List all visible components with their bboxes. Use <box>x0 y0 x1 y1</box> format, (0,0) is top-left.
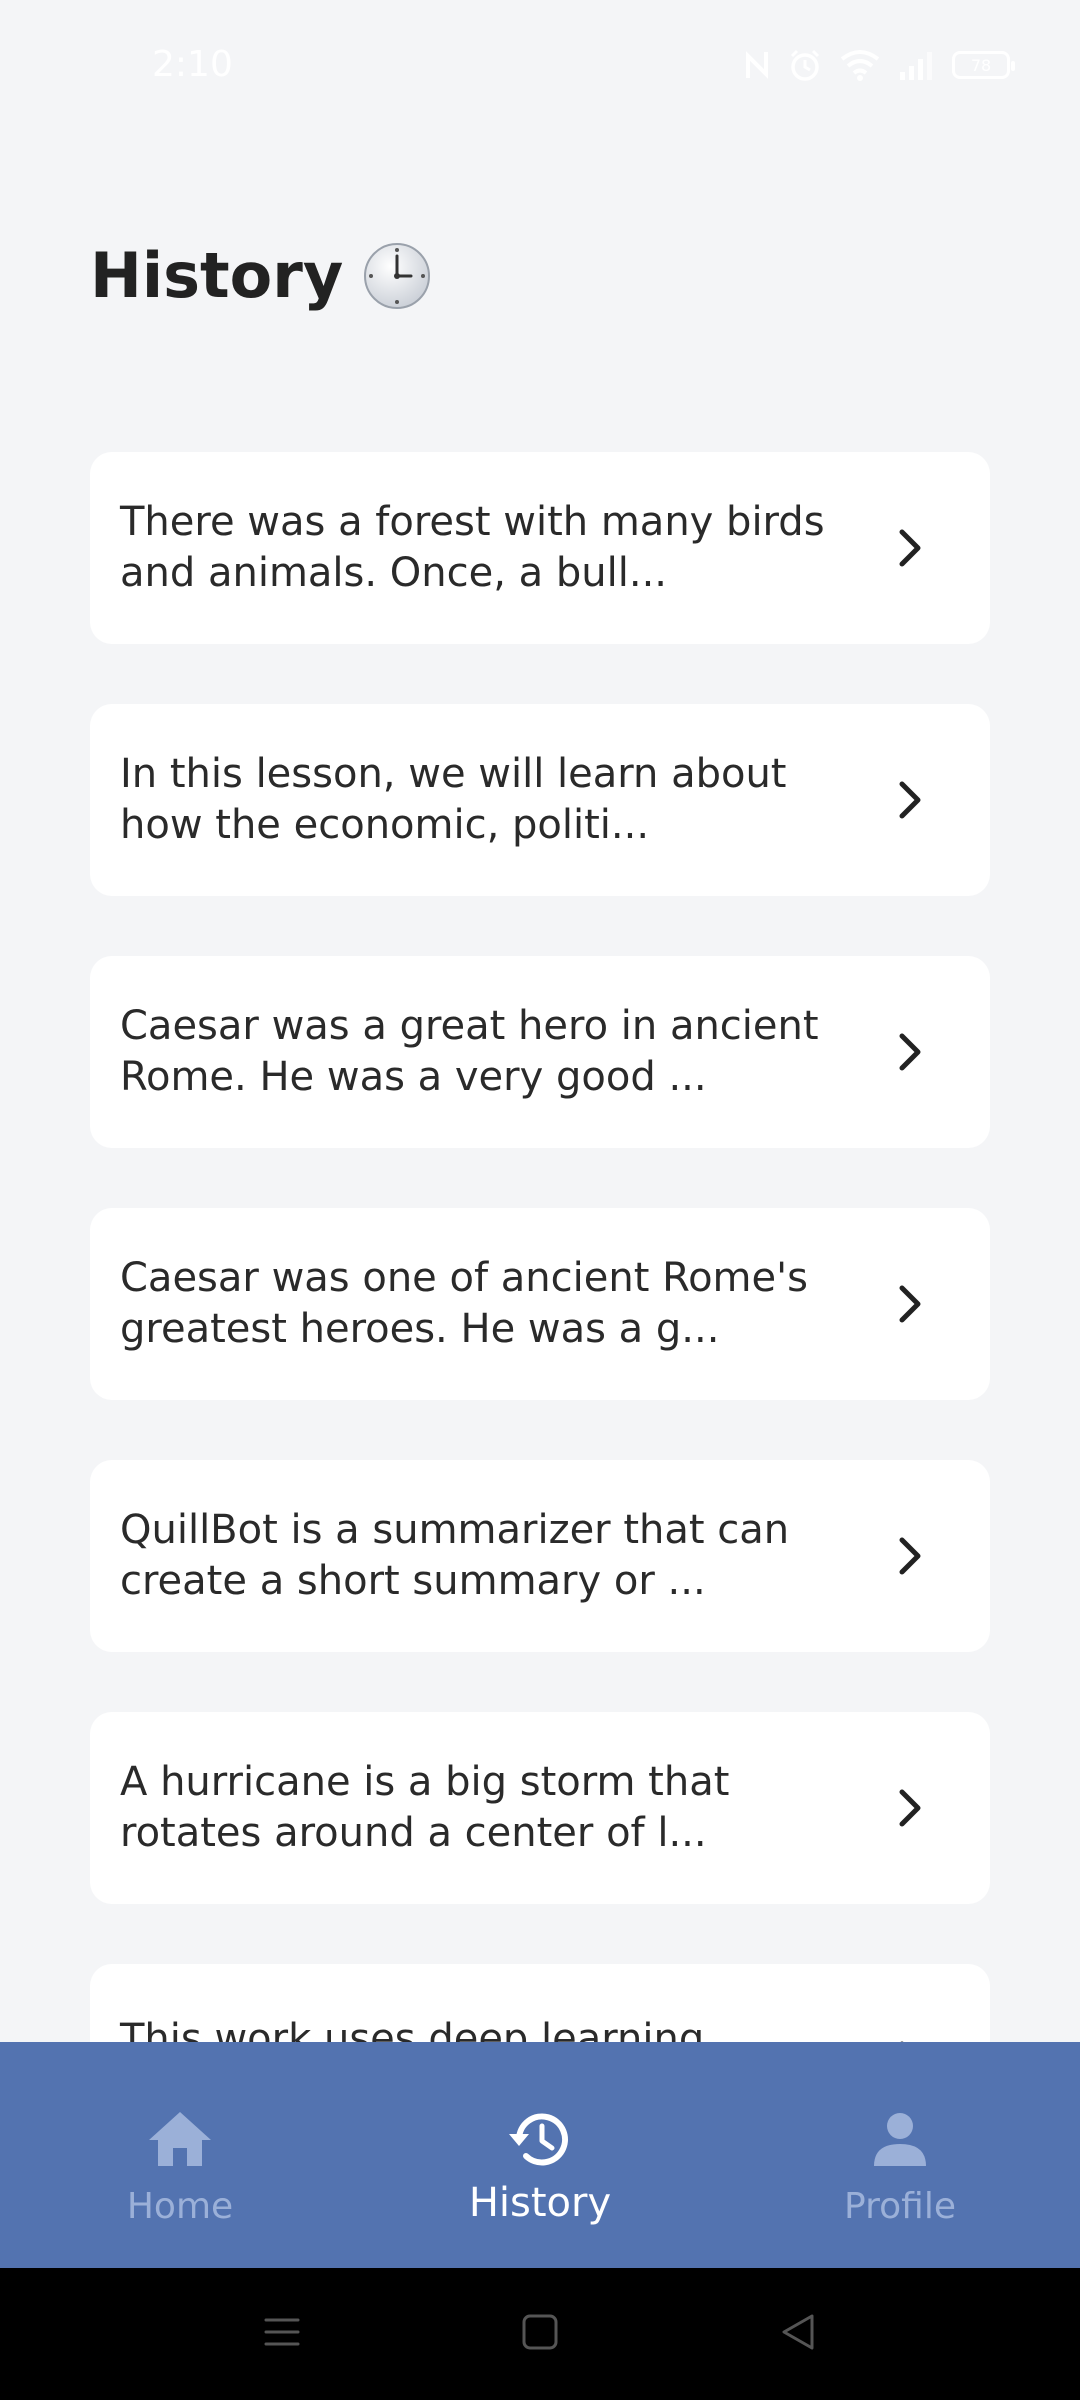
status-time: 2:10 <box>152 44 233 85</box>
nav-home-label: Home <box>126 2186 234 2227</box>
status-icons: 78 <box>744 48 1015 82</box>
history-list: There was a forest with many birds and a… <box>90 452 990 2216</box>
bottom-nav: Home History Profile <box>0 2042 1080 2268</box>
history-item-text: In this lesson, we will learn about how … <box>120 751 787 848</box>
history-item[interactable]: Caesar was a great hero in ancient Rome.… <box>90 956 990 1148</box>
chevron-right-icon <box>899 1033 921 1071</box>
history-item-text: Caesar was a great hero in ancient Rome.… <box>120 1003 819 1100</box>
chevron-right-icon <box>899 1789 921 1827</box>
battery-indicator: 78 <box>952 51 1015 79</box>
system-nav-bar <box>0 2268 1080 2400</box>
status-bar: 2:10 78 <box>0 0 1080 136</box>
history-item[interactable]: In this lesson, we will learn about how … <box>90 704 990 896</box>
person-icon <box>874 2113 926 2166</box>
nfc-icon <box>746 51 768 79</box>
history-item-text: There was a forest with many birds and a… <box>120 499 825 596</box>
history-item-text: Caesar was one of ancient Rome's greates… <box>120 1255 808 1352</box>
menu-icon[interactable] <box>262 2312 302 2352</box>
page-title: History <box>90 236 431 316</box>
history-item-text: A hurricane is a big storm that rotates … <box>120 1759 730 1856</box>
clock-icon <box>364 243 431 309</box>
nav-profile[interactable]: Profile <box>750 2042 1050 2268</box>
home-icon <box>149 2112 211 2166</box>
history-item[interactable]: Caesar was one of ancient Rome's greates… <box>90 1208 990 1400</box>
nav-history[interactable]: History <box>390 2042 690 2268</box>
alarm-icon <box>790 49 820 81</box>
page-title-text: History <box>90 239 344 312</box>
chevron-right-icon <box>899 1285 921 1323</box>
history-icon <box>509 2113 568 2166</box>
signal-icon <box>900 52 932 80</box>
history-item[interactable]: There was a forest with many birds and a… <box>90 452 990 644</box>
history-item-text: QuillBot is a summarizer that can create… <box>120 1507 790 1604</box>
nav-history-label: History <box>468 2180 612 2226</box>
wifi-icon <box>840 50 880 81</box>
back-icon[interactable] <box>778 2312 818 2352</box>
history-item[interactable]: A hurricane is a big storm that rotates … <box>90 1712 990 1904</box>
chevron-right-icon <box>899 1537 921 1575</box>
chevron-right-icon <box>899 529 921 567</box>
history-item[interactable]: QuillBot is a summarizer that can create… <box>90 1460 990 1652</box>
chevron-right-icon <box>899 781 921 819</box>
battery-level: 78 <box>970 55 992 75</box>
nav-profile-label: Profile <box>844 2186 956 2227</box>
nav-home[interactable]: Home <box>30 2042 330 2268</box>
battery-tip <box>1011 61 1015 71</box>
home-button-icon[interactable] <box>520 2312 560 2352</box>
